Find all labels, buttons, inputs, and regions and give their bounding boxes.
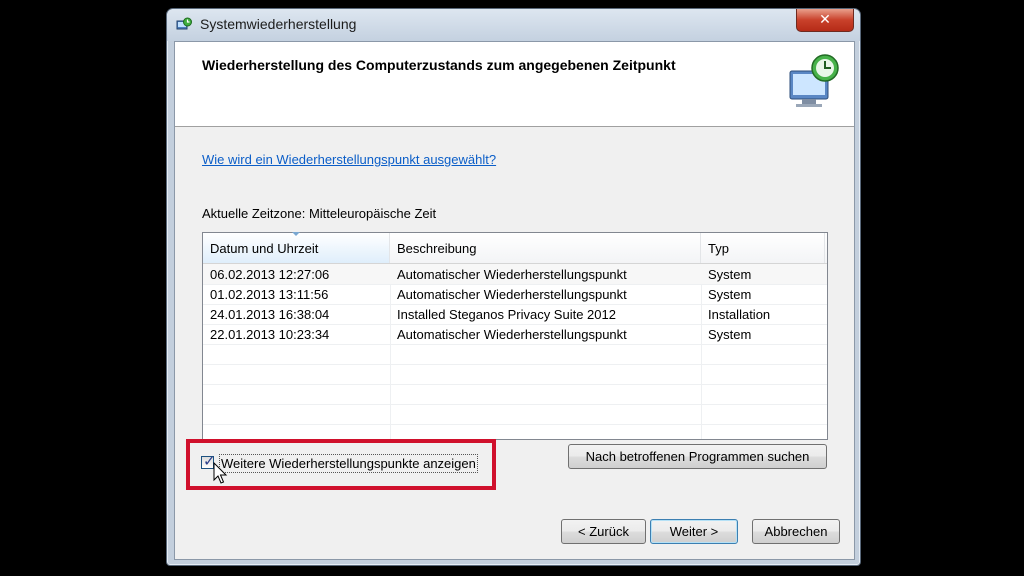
column-header-description-label: Beschreibung [397, 241, 477, 256]
cell-type: Installation [708, 307, 771, 322]
cell-description: Installed Steganos Privacy Suite 2012 [397, 307, 616, 322]
table-row[interactable]: 06.02.2013 12:27:06 Automatischer Wieder… [203, 264, 827, 285]
cell-type: System [708, 287, 752, 302]
dialog-content: Wiederherstellung des Computerzustands z… [174, 41, 855, 560]
search-affected-programs-button[interactable]: Nach betroffenen Programmen suchen [568, 444, 827, 469]
empty-row [203, 364, 827, 385]
cell-description: Automatischer Wiederherstellungspunkt [397, 267, 627, 282]
table-row[interactable]: 22.01.2013 10:23:34 Automatischer Wieder… [203, 324, 827, 345]
empty-row [203, 384, 827, 405]
cell-date: 24.01.2013 16:38:04 [210, 307, 330, 322]
cell-date: 06.02.2013 12:27:06 [210, 267, 330, 282]
sort-arrow-icon [292, 232, 300, 236]
empty-row [203, 344, 827, 365]
column-header-description[interactable]: Beschreibung [390, 233, 701, 263]
table-row[interactable]: 24.01.2013 16:38:04 Installed Steganos P… [203, 304, 827, 325]
title-bar[interactable]: Systemwiederherstellung ✕ [167, 9, 860, 41]
close-button[interactable]: ✕ [796, 9, 854, 32]
close-icon: ✕ [819, 11, 831, 27]
column-header-date[interactable]: Datum und Uhrzeit [203, 232, 390, 263]
window-title: Systemwiederherstellung [200, 16, 357, 32]
system-restore-icon [176, 17, 192, 30]
cell-date: 22.01.2013 10:23:34 [210, 327, 330, 342]
timezone-label: Aktuelle Zeitzone: Mitteleuropäische Zei… [202, 206, 437, 221]
cell-description: Automatischer Wiederherstellungspunkt [397, 287, 627, 302]
cell-type: System [708, 267, 752, 282]
cancel-button[interactable]: Abbrechen [752, 519, 840, 544]
cell-description: Automatischer Wiederherstellungspunkt [397, 327, 627, 342]
show-more-checkbox-label[interactable]: Weitere Wiederherstellungspunkte anzeige… [219, 454, 478, 473]
mouse-cursor-icon [213, 462, 228, 484]
back-button[interactable]: < Zurück [561, 519, 646, 544]
system-restore-window: Systemwiederherstellung ✕ Wiederherstell… [166, 8, 861, 566]
column-header-type-label: Typ [708, 241, 729, 256]
table-row[interactable]: 01.02.2013 13:11:56 Automatischer Wieder… [203, 284, 827, 305]
column-header-date-label: Datum und Uhrzeit [210, 241, 319, 256]
empty-row [203, 404, 827, 425]
list-body: 06.02.2013 12:27:06 Automatischer Wieder… [203, 264, 827, 439]
next-button[interactable]: Weiter > [650, 519, 738, 544]
cell-date: 01.02.2013 13:11:56 [210, 287, 329, 302]
restore-points-list[interactable]: Datum und Uhrzeit Beschreibung Typ 06.02… [202, 232, 828, 440]
system-restore-large-icon [789, 52, 839, 107]
page-title: Wiederherstellung des Computerzustands z… [202, 57, 676, 73]
column-header-type[interactable]: Typ [701, 233, 825, 263]
header-area: Wiederherstellung des Computerzustands z… [175, 42, 854, 127]
list-header: Datum und Uhrzeit Beschreibung Typ [203, 232, 827, 264]
cell-type: System [708, 327, 752, 342]
help-link[interactable]: Wie wird ein Wiederherstellungspunkt aus… [202, 152, 496, 167]
